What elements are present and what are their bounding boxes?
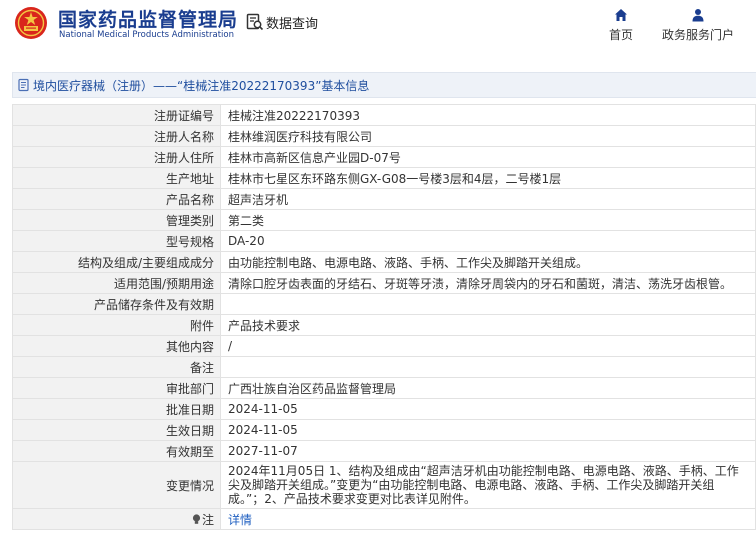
- panel-title: 境内医疗器械（注册）——“桂械注准20222170393”基本信息: [33, 79, 370, 93]
- row-label: 注册证编号: [12, 104, 221, 126]
- table-row: 产品储存条件及有效期: [12, 293, 756, 315]
- row-value: 桂林维润医疗科技有限公司: [220, 125, 756, 147]
- nav-home[interactable]: 首页: [604, 8, 638, 43]
- row-value: [220, 356, 756, 378]
- row-value: 2024年11月05日 1、结构及组成由“超声洁牙机由功能控制电路、电源电路、液…: [220, 461, 756, 509]
- brand-subtitle[interactable]: National Medical Products Administration: [59, 30, 234, 40]
- row-value: 广西壮族自治区药品监督管理局: [220, 377, 756, 399]
- row-value: 由功能控制电路、电源电路、液路、手柄、工作尖及脚踏开关组成。: [220, 251, 756, 273]
- row-label: 批准日期: [12, 398, 221, 420]
- table-row: 批准日期 2024-11-05: [12, 398, 756, 420]
- table-row: 注册人名称 桂林维润医疗科技有限公司: [12, 125, 756, 147]
- row-label: 生效日期: [12, 419, 221, 441]
- row-label: 适用范围/预期用途: [12, 272, 221, 294]
- row-label: 管理类别: [12, 209, 221, 231]
- panel-title-bar: 境内医疗器械（注册）——“桂械注准20222170393”基本信息: [12, 72, 756, 98]
- table-row: 注册人住所 桂林市高新区信息产业园D-07号: [12, 146, 756, 168]
- note-value-cell: 详情: [220, 508, 756, 530]
- row-label: 型号规格: [12, 230, 221, 252]
- document-icon: [18, 78, 29, 92]
- row-label: 附件: [12, 314, 221, 336]
- table-row: 适用范围/预期用途 清除口腔牙齿表面的牙结石、牙斑等牙渍，清除牙周袋内的牙石和菌…: [12, 272, 756, 294]
- note-label: 注: [201, 512, 214, 527]
- row-value: 2024-11-05: [220, 398, 756, 420]
- table-row: 结构及组成/主要组成成分 由功能控制电路、电源电路、液路、手柄、工作尖及脚踏开关…: [12, 251, 756, 273]
- table-row: 生效日期 2024-11-05: [12, 419, 756, 441]
- row-value: 第二类: [220, 209, 756, 231]
- user-icon: [692, 9, 704, 22]
- row-value: 桂林市七星区东环路东侧GX-G08一号楼3层和4层，二号楼1层: [220, 167, 756, 189]
- table-row: 注册证编号 桂械注准20222170393: [12, 104, 756, 126]
- nav-service-portal-label: 政务服务门户: [661, 28, 734, 42]
- device-info-table: 注册证编号 桂械注准20222170393 注册人名称 桂林维润医疗科技有限公司…: [12, 104, 756, 530]
- nav-service-portal[interactable]: 政务服务门户: [656, 8, 740, 43]
- details-link[interactable]: 详情: [228, 513, 252, 527]
- row-label: 有效期至: [12, 440, 221, 462]
- row-label: 注册人名称: [12, 125, 221, 147]
- brand-title[interactable]: 国家药品监督管理局: [58, 5, 238, 32]
- row-value: 桂械注准20222170393: [220, 104, 756, 126]
- lightbulb-icon: [192, 513, 201, 524]
- row-label: 其他内容: [12, 335, 221, 357]
- row-value: 产品技术要求: [220, 314, 756, 336]
- data-query-link[interactable]: 数据查询: [266, 13, 318, 32]
- row-label: 结构及组成/主要组成成分: [12, 251, 221, 273]
- site-header: 国家药品监督管理局 National Medical Products Admi…: [0, 0, 756, 56]
- row-label: 生产地址: [12, 167, 221, 189]
- note-label-cell: 注: [12, 508, 221, 530]
- row-value: 桂林市高新区信息产业园D-07号: [220, 146, 756, 168]
- table-row: 有效期至 2027-11-07: [12, 440, 756, 462]
- table-row: 变更情况 2024年11月05日 1、结构及组成由“超声洁牙机由功能控制电路、电…: [12, 461, 756, 509]
- row-label: 备注: [12, 356, 221, 378]
- row-value: 清除口腔牙齿表面的牙结石、牙斑等牙渍，清除牙周袋内的牙石和菌斑，清洁、荡洗牙齿根…: [220, 272, 756, 294]
- table-row: 附件 产品技术要求: [12, 314, 756, 336]
- row-label: 产品储存条件及有效期: [12, 293, 221, 315]
- table-row: 产品名称 超声洁牙机: [12, 188, 756, 210]
- nav-home-label: 首页: [608, 28, 633, 42]
- table-row: 其他内容 /: [12, 335, 756, 357]
- table-row-note: 注 详情: [12, 508, 756, 530]
- table-row: 审批部门 广西壮族自治区药品监督管理局: [12, 377, 756, 399]
- row-label: 注册人住所: [12, 146, 221, 168]
- row-value: 超声洁牙机: [220, 188, 756, 210]
- data-query-icon[interactable]: [246, 13, 264, 31]
- table-row: 生产地址 桂林市七星区东环路东侧GX-G08一号楼3层和4层，二号楼1层: [12, 167, 756, 189]
- row-label: 变更情况: [12, 461, 221, 509]
- table-row: 备注: [12, 356, 756, 378]
- row-value: /: [220, 335, 756, 357]
- row-value: 2024-11-05: [220, 419, 756, 441]
- row-value: 2027-11-07: [220, 440, 756, 462]
- table-row: 管理类别 第二类: [12, 209, 756, 231]
- home-icon: [615, 9, 627, 21]
- row-value: DA-20: [220, 230, 756, 252]
- national-emblem-icon[interactable]: [14, 6, 48, 40]
- row-value: [220, 293, 756, 315]
- table-row: 型号规格 DA-20: [12, 230, 756, 252]
- row-label: 审批部门: [12, 377, 221, 399]
- row-label: 产品名称: [12, 188, 221, 210]
